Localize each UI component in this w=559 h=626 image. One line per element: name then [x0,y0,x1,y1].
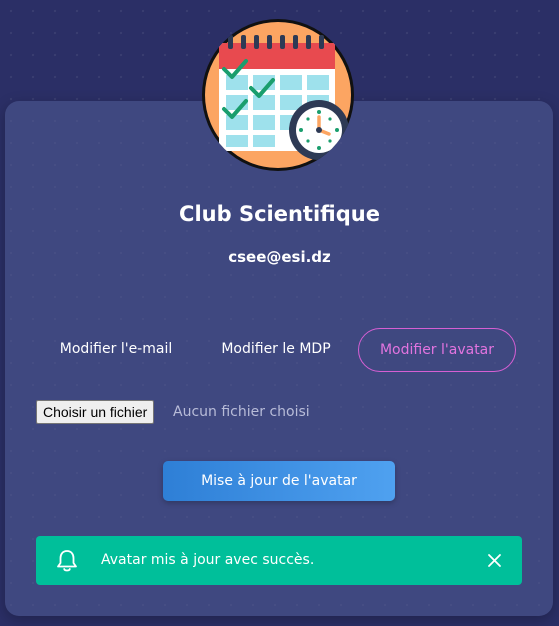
profile-email: csee@esi.dz [228,248,331,266]
calendar-clock-icon [205,22,351,168]
profile-name: Club Scientifique [179,202,380,226]
tab-modify-email[interactable]: Modifier l'e-mail [46,328,186,370]
update-avatar-button[interactable]: Mise à jour de l'avatar [163,461,395,501]
avatar [202,19,354,171]
choose-file-button[interactable]: Choisir un fichier [36,400,155,424]
tab-modify-avatar[interactable]: Modifier l'avatar [358,328,516,372]
success-alert: Avatar mis à jour avec succès. [36,536,522,585]
file-status-text: Aucun fichier choisi [173,404,310,420]
close-icon[interactable] [487,553,502,568]
tab-modify-password[interactable]: Modifier le MDP [212,328,340,370]
bell-icon [57,550,77,572]
alert-message: Avatar mis à jour avec succès. [101,552,315,568]
